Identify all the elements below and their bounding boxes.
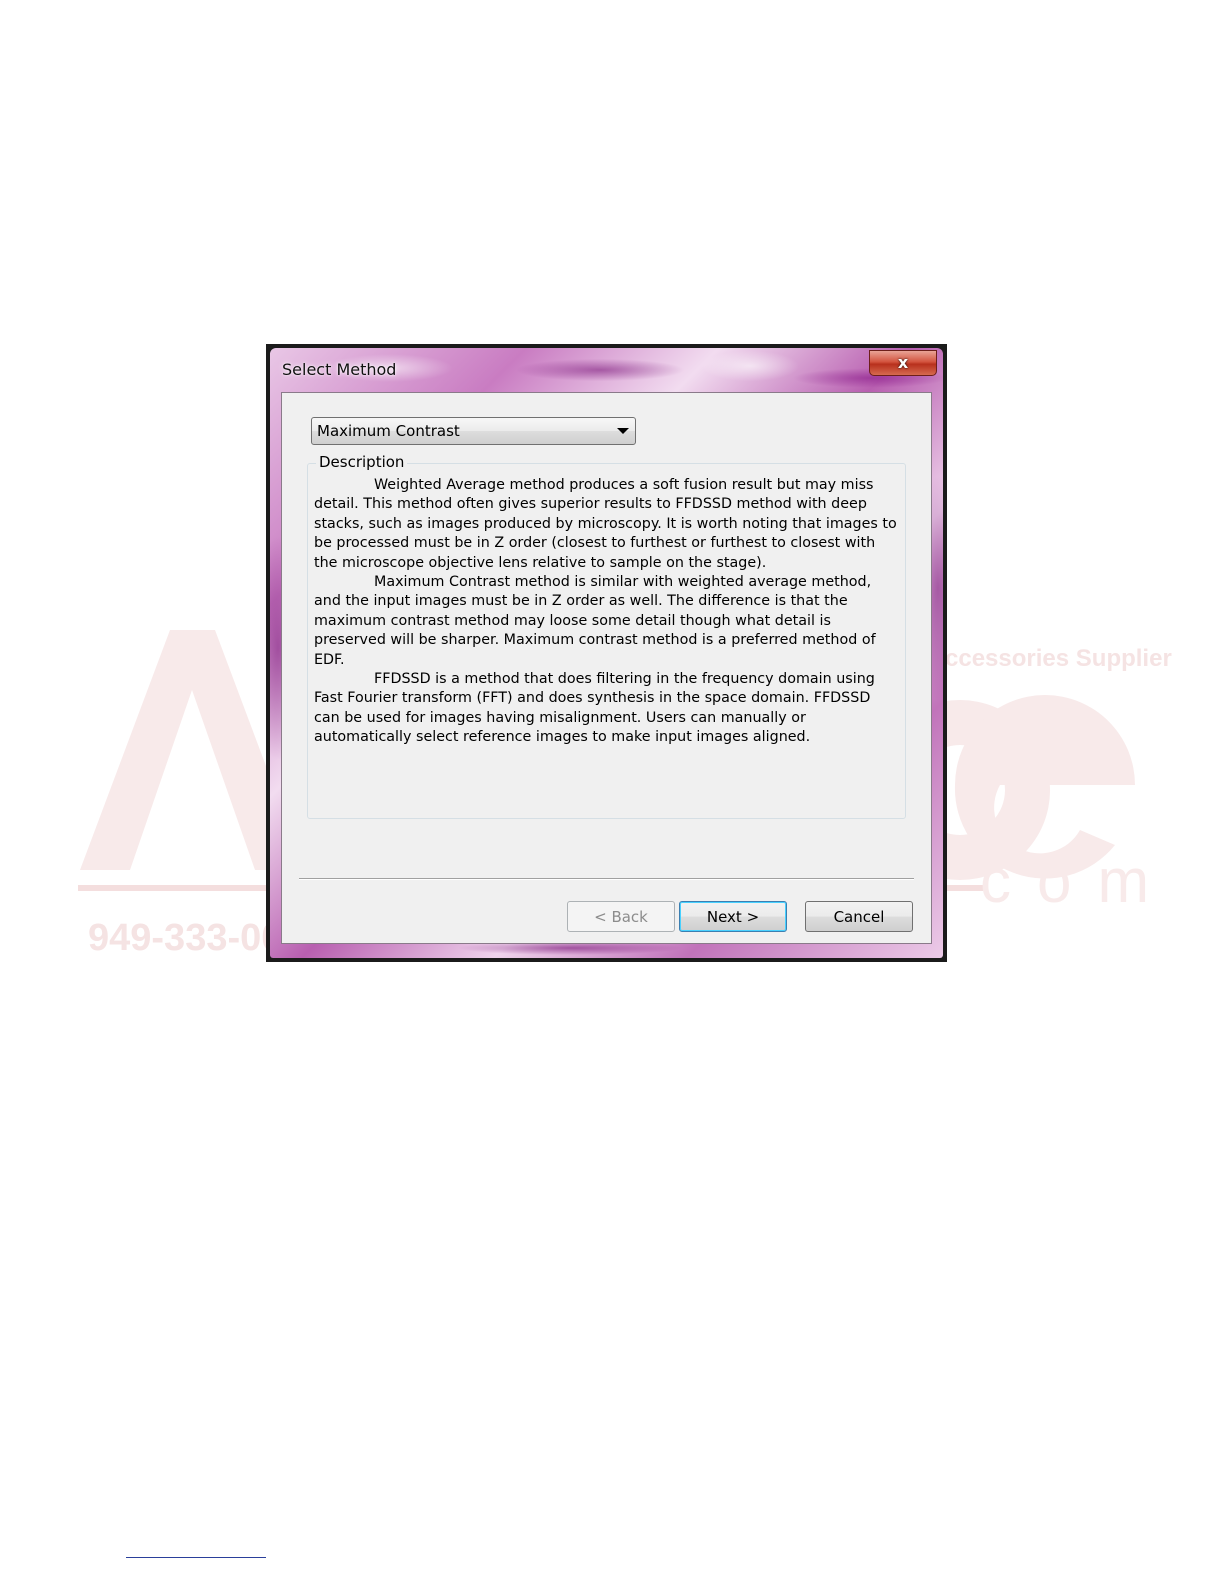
description-paragraph-weighted-average: Weighted Average method produces a soft … (314, 477, 897, 571)
description-group: Description Weighted Average method prod… (307, 453, 906, 819)
watermark-domain: com (980, 847, 1175, 916)
next-button[interactable]: Next > (679, 901, 787, 932)
watermark-tagline: ccessories Supplier (945, 645, 1172, 672)
description-text: Weighted Average method produces a soft … (314, 476, 900, 748)
description-paragraph-maximum-contrast: Maximum Contrast method is similar with … (314, 574, 876, 668)
dropdown-arrow-icon[interactable] (617, 428, 629, 434)
footnote-rule (126, 1557, 266, 1558)
dialog-client-area: Maximum Contrast Description Weighted Av… (281, 392, 932, 944)
dialog-chrome: Select Method x Maximum Contrast Descrip… (270, 348, 943, 958)
close-button[interactable]: x (869, 350, 937, 376)
method-dropdown[interactable]: Maximum Contrast (311, 417, 636, 445)
document-page: 949-333-00 ccessories Supplier com Selec… (0, 0, 1224, 1584)
dialog-title: Select Method (282, 360, 397, 379)
description-paragraph-ffdssd: FFDSSD is a method that does filtering i… (314, 671, 875, 746)
select-method-dialog: Select Method x Maximum Contrast Descrip… (266, 344, 947, 962)
back-button[interactable]: < Back (567, 901, 675, 932)
watermark-phone: 949-333-00 (88, 917, 282, 959)
description-legend: Description (316, 453, 408, 471)
close-icon: x (897, 353, 909, 372)
button-separator (299, 878, 914, 880)
method-dropdown-value: Maximum Contrast (317, 422, 460, 440)
cancel-button[interactable]: Cancel (805, 901, 913, 932)
